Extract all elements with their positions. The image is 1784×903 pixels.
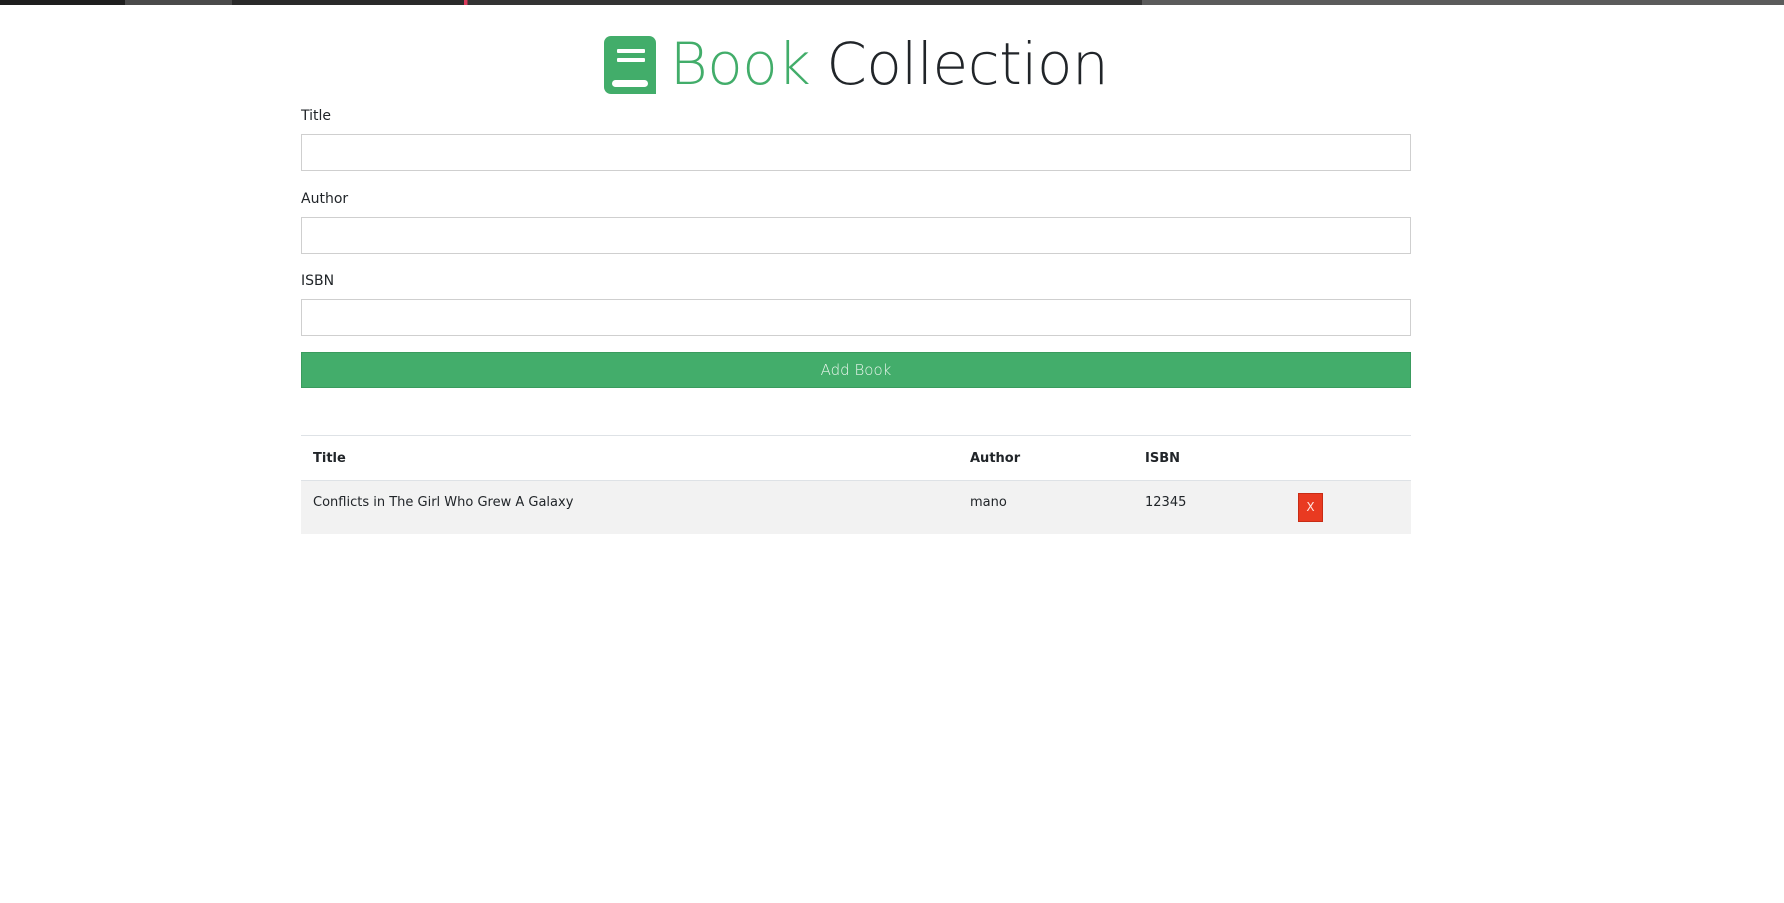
author-input[interactable] xyxy=(301,217,1411,254)
title-book-word: Book xyxy=(669,30,811,98)
table-header: Title Author ISBN xyxy=(301,435,1411,481)
page-title: Book Collection xyxy=(301,28,1411,100)
isbn-label: ISBN xyxy=(301,273,335,289)
book-isbn-cell: 12345 xyxy=(1133,480,1286,534)
table-header-row: Title Author ISBN xyxy=(301,435,1411,481)
book-title-cell: Conflicts in The Girl Who Grew A Galaxy xyxy=(301,480,958,534)
author-label: Author xyxy=(301,191,349,207)
book-actions-cell: X xyxy=(1286,480,1411,534)
table-body: Conflicts in The Girl Who Grew A Galaxy … xyxy=(301,480,1411,534)
column-header-actions xyxy=(1286,435,1411,481)
book-table: Title Author ISBN Conflicts in The Girl … xyxy=(301,435,1411,534)
book-author-cell: mano xyxy=(958,480,1133,534)
isbn-input[interactable] xyxy=(301,299,1411,336)
column-header-title: Title xyxy=(301,435,958,481)
column-header-author: Author xyxy=(958,435,1133,481)
book-icon xyxy=(603,36,656,94)
browser-top-strip xyxy=(0,0,1784,5)
title-input[interactable] xyxy=(301,134,1411,171)
delete-book-button[interactable]: X xyxy=(1298,493,1323,522)
title-collection-word: Collection xyxy=(826,30,1109,98)
column-header-isbn: ISBN xyxy=(1133,435,1286,481)
title-label: Title xyxy=(301,108,332,124)
add-book-button[interactable]: Add Book xyxy=(301,352,1411,388)
table-row: Conflicts in The Girl Who Grew A Galaxy … xyxy=(301,480,1411,534)
